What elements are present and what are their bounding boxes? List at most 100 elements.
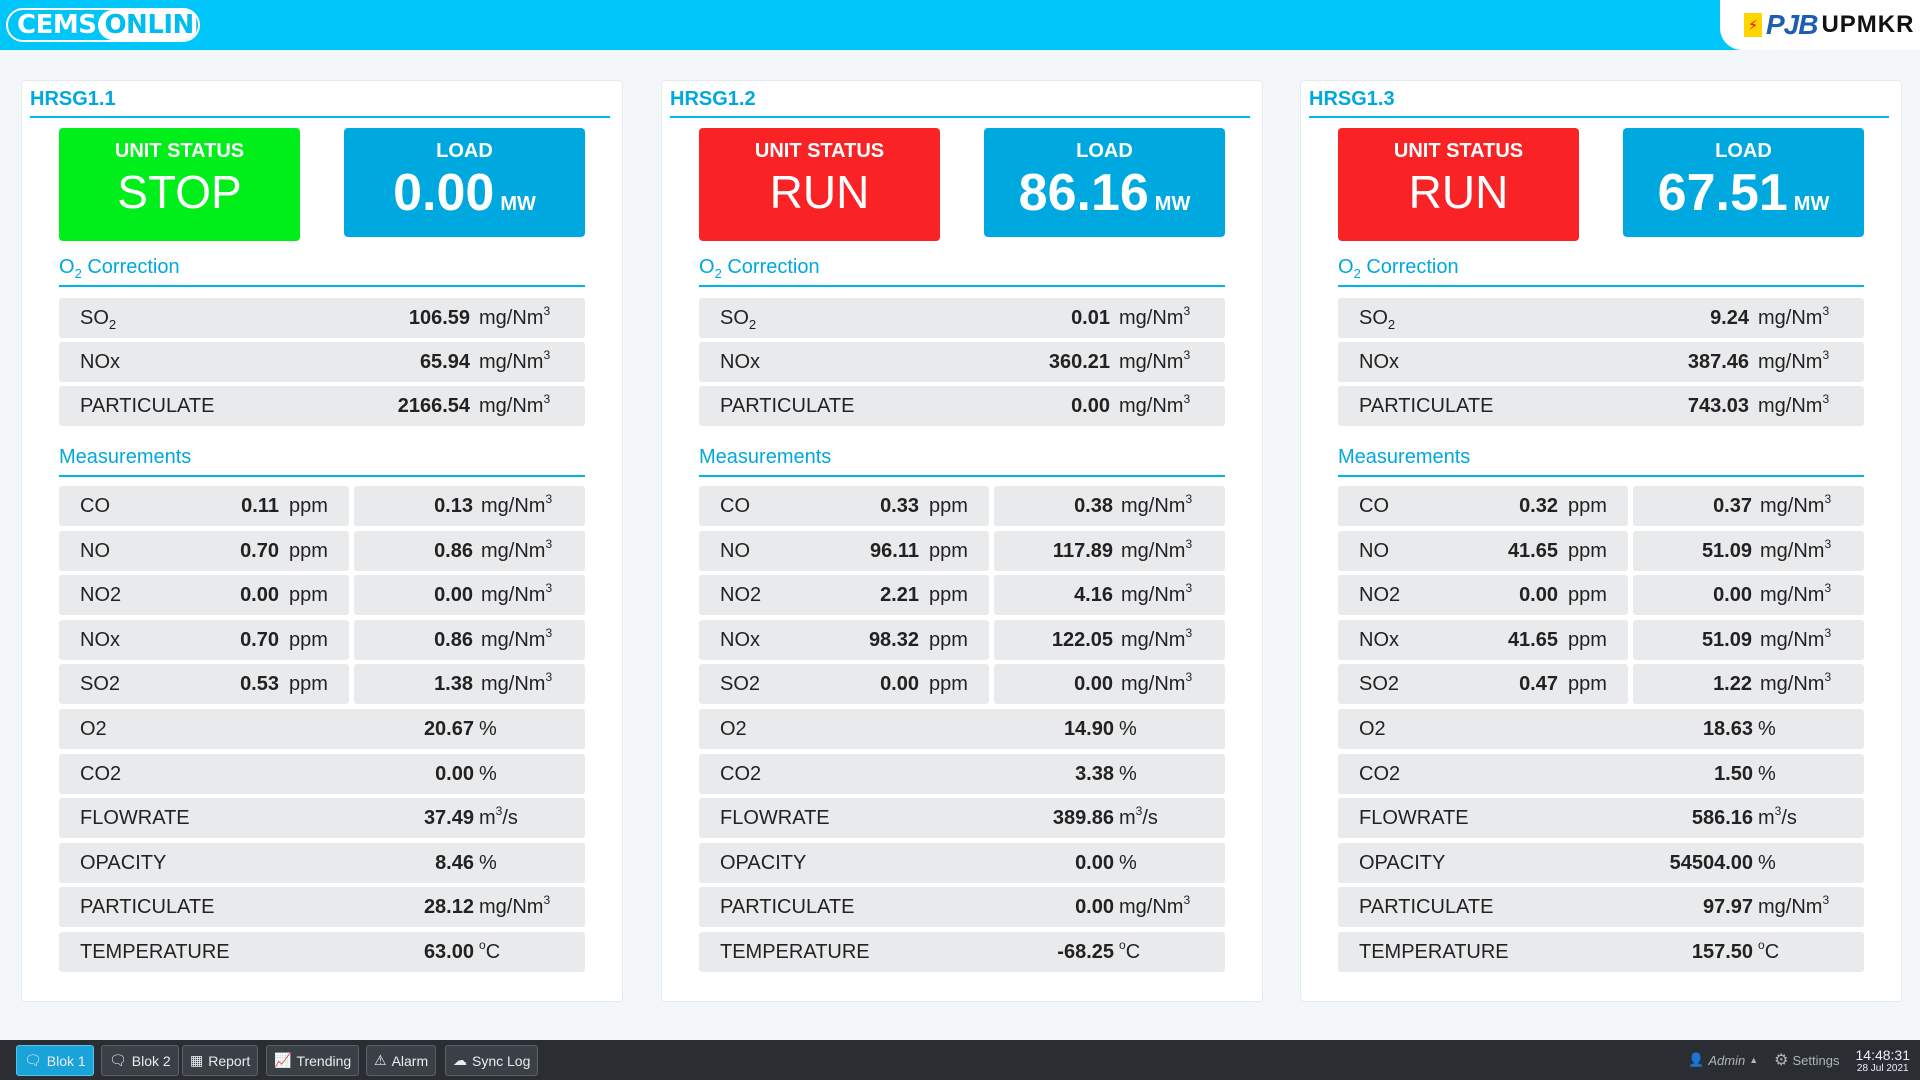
gas-mg-cell: 0.86 mg/Nm3 (354, 619, 585, 660)
gas-ppm-cell: NOx 98.32 ppm (699, 619, 989, 660)
correction-unit-sup: 3 (1183, 392, 1191, 406)
measurement-unit-text: mg/Nm (1758, 896, 1823, 918)
measurement-unit: % (1119, 718, 1137, 741)
measurement-unit-text: % (1758, 762, 1776, 785)
measurement-name: FLOWRATE (80, 807, 190, 829)
gas-ppm-unit: ppm (289, 584, 328, 606)
measurement-unit: % (1119, 763, 1137, 786)
measurement-unit-text: % (479, 718, 497, 740)
measurement-unit: % (1758, 852, 1776, 875)
correction-name-text: SO (80, 307, 109, 329)
gas-ppm-cell: SO2 0.47 ppm (1338, 664, 1628, 704)
taskbar-button-trending[interactable]: 📈 Trending (266, 1045, 360, 1076)
taskbar-button-blok-2[interactable]: 🗨 Blok 2 (101, 1045, 179, 1076)
correction-unit-sup: 3 (1183, 348, 1191, 362)
gas-mg-unit-text: mg/Nm (1760, 628, 1825, 651)
measurement-unit: mg/Nm3 (479, 893, 551, 919)
taskbar-button-alarm[interactable]: ⚠ Alarm (366, 1045, 437, 1076)
measurement-row: FLOWRATE 389.86 m3/s (699, 798, 1225, 838)
gas-name: NOx (80, 628, 120, 651)
taskbar-button-report[interactable]: ▦ Report (182, 1045, 259, 1076)
correction-unit-sup: 3 (1183, 304, 1191, 318)
correction-row: NOx 387.46 mg/Nm3 (1338, 342, 1864, 382)
measurement-unit-sup: 3 (1822, 893, 1830, 907)
gas-ppm-unit: ppm (929, 539, 968, 562)
gas-ppm-cell: NOx 0.70 ppm (59, 619, 349, 660)
gas-ppm-unit: ppm (929, 584, 968, 606)
gas-name: NO2 (720, 584, 762, 606)
settings-button[interactable]: ⚙ Settings (1774, 1050, 1839, 1070)
measurement-unit-post: /s (1781, 807, 1797, 829)
warning-icon: ⚠ (374, 1052, 387, 1068)
measurement-row: TEMPERATURE 63.00 oC (59, 931, 585, 972)
measurement-unit-text: % (1119, 718, 1137, 740)
correction-section-title: O2 Correction (1338, 256, 1864, 287)
load-value: 0.00 (393, 164, 495, 222)
gas-mg-unit-text: mg/Nm (481, 539, 546, 562)
correction-unit-text: mg/Nm (479, 351, 544, 373)
brand-pjb-text: PJB (1766, 9, 1818, 40)
measurement-value: 389.86 (1052, 807, 1114, 829)
clock-date: 28 Jul 2021 (1856, 1062, 1909, 1074)
taskbar-button-label: Trending (296, 1052, 352, 1069)
gas-name: SO2 (80, 673, 121, 695)
gas-ppm-value: 0.53 (240, 673, 279, 695)
gas-mg-unit-text: mg/Nm (1121, 539, 1186, 562)
measurement-unit-text: % (1119, 851, 1137, 874)
correction-title-pre: O (59, 256, 75, 278)
measurement-unit: m3/s (1758, 804, 1797, 830)
measurement-unit: mg/Nm3 (1119, 893, 1191, 919)
gas-name: NOx (1359, 628, 1399, 651)
gas-ppm-cell: CO 0.32 ppm (1338, 486, 1628, 526)
gas-ppm-unit: ppm (1568, 495, 1607, 517)
measurement-unit: % (1119, 852, 1137, 875)
correction-unit-sup: 3 (543, 304, 551, 318)
correction-name-text: NOx (720, 351, 760, 373)
gas-name: NO (720, 539, 750, 562)
gas-mg-unit-sup: 3 (1824, 581, 1832, 595)
correction-unit: mg/Nm3 (1119, 348, 1191, 374)
measurement-unit-post: C (485, 940, 501, 963)
gas-name: CO (80, 495, 110, 517)
taskbar-button-label: Blok 1 (46, 1052, 86, 1069)
measurement-value: 0.00 (1075, 851, 1114, 874)
user-menu[interactable]: 👤 Admin ▲ (1688, 1052, 1758, 1068)
gas-mg-unit: mg/Nm3 (1121, 670, 1192, 696)
correction-name: NOx (1359, 351, 1399, 374)
unit-status-box: UNIT STATUS RUN (699, 128, 940, 241)
unit-status-label: UNIT STATUS (114, 140, 245, 162)
taskbar-right: 👤 Admin ▲ ⚙ Settings 14:48:31 28 Jul 202… (1688, 1040, 1920, 1080)
gas-name: NO2 (1359, 584, 1401, 606)
gas-ppm-value: 2.21 (880, 584, 919, 606)
correction-unit-sup: 3 (1822, 348, 1830, 362)
gas-mg-unit-text: mg/Nm (1121, 495, 1186, 517)
measurement-unit: % (1758, 718, 1776, 741)
taskbar-button-blok-1[interactable]: 🗨 Blok 1 (16, 1045, 94, 1076)
measurement-row: TEMPERATURE 157.50 oC (1338, 931, 1864, 972)
gas-mg-unit-sup: 3 (1185, 536, 1193, 551)
unit-status-box: UNIT STATUS RUN (1338, 128, 1579, 241)
gas-name: NO (1359, 539, 1389, 562)
measurement-name: OPACITY (80, 851, 167, 874)
gas-ppm-value: 0.33 (880, 495, 919, 517)
correction-title-sub: 2 (714, 266, 722, 281)
correction-title-post: Correction (81, 256, 180, 278)
measurement-value: 0.00 (435, 762, 474, 785)
unit-status-value: RUN (769, 166, 870, 218)
gas-mg-unit-sup: 3 (1824, 536, 1832, 551)
measurement-unit: % (479, 763, 497, 786)
cems-online-logo[interactable]: CEMS ONLINE (6, 8, 200, 42)
measurement-name: O2 (80, 718, 107, 740)
measurement-unit-sup: 3 (1183, 893, 1191, 907)
measurement-unit-sup: 3 (543, 893, 551, 907)
taskbar-button-sync-log[interactable]: ☁ Sync Log (445, 1045, 539, 1076)
cloud-icon: ☁ (453, 1052, 467, 1068)
gas-mg-value: 117.89 (1052, 539, 1113, 562)
correction-unit-text: mg/Nm (1758, 307, 1823, 329)
gas-mg-unit: mg/Nm3 (481, 492, 552, 518)
gas-mg-unit-text: mg/Nm (1760, 584, 1825, 606)
load-box: LOAD 86.16 MW (984, 128, 1225, 237)
gas-mg-value: 0.00 (1074, 673, 1113, 695)
load-value-line: 0.00 MW (344, 163, 585, 223)
pjb-brand-logo: ⚡ PJB UPMKR (1720, 0, 1920, 50)
